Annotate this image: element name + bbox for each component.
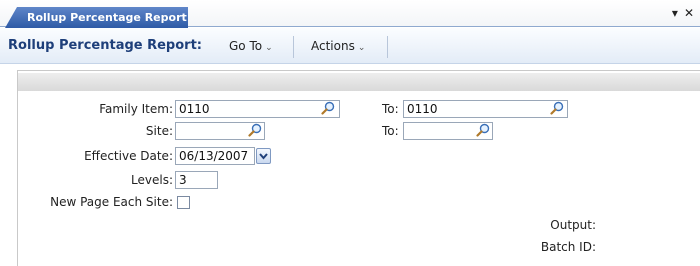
family-item-label: Family Item:	[99, 102, 173, 116]
effective-date-input[interactable]: 06/13/2007	[175, 147, 255, 165]
output-label: Output:	[550, 218, 596, 232]
family-item-to-label: To:	[382, 102, 399, 116]
search-icon[interactable]	[248, 123, 262, 137]
levels-input[interactable]: 3	[175, 171, 218, 189]
tab-menu-icon[interactable]: ▾	[672, 6, 684, 20]
tab-rollup-percentage-report[interactable]: Rollup Percentage Report	[5, 7, 188, 28]
close-icon[interactable]: ✕	[684, 6, 700, 20]
page-title: Rollup Percentage Report:	[8, 38, 202, 53]
menu-divider	[293, 36, 294, 58]
search-icon[interactable]	[321, 101, 335, 115]
tab-label: Rollup Percentage Report	[27, 11, 187, 24]
date-dropdown-button[interactable]	[256, 148, 271, 164]
panel-header-band	[18, 73, 700, 91]
site-label: Site:	[145, 124, 173, 138]
tab-controls[interactable]: ▾✕	[672, 6, 700, 20]
new-page-each-site-checkbox[interactable]	[177, 196, 190, 209]
menu-divider	[387, 36, 388, 58]
goto-label: Go To	[229, 39, 263, 53]
report-panel	[17, 70, 700, 266]
levels-label: Levels:	[131, 173, 173, 187]
chevron-down-icon: ⌄	[265, 43, 273, 53]
chevron-down-icon	[259, 153, 268, 160]
family-item-to-input[interactable]: 0110	[403, 100, 568, 118]
actions-menu[interactable]: Actions ⌄	[311, 39, 365, 53]
chevron-down-icon: ⌄	[357, 43, 366, 53]
site-to-label: To:	[382, 124, 399, 138]
search-icon[interactable]	[476, 123, 490, 137]
search-icon[interactable]	[550, 101, 564, 115]
menu-bar: Rollup Percentage Report: Go To ⌄ Actions…	[0, 28, 700, 64]
tab-strip: Rollup Percentage Report ▾✕	[0, 0, 700, 28]
batch-id-label: Batch ID:	[540, 240, 596, 254]
family-item-from-input[interactable]: 0110	[175, 100, 340, 118]
actions-label: Actions	[311, 39, 355, 53]
goto-menu[interactable]: Go To ⌄	[229, 39, 273, 53]
effective-date-label: Effective Date:	[84, 149, 173, 163]
new-page-each-site-label: New Page Each Site:	[50, 195, 173, 209]
